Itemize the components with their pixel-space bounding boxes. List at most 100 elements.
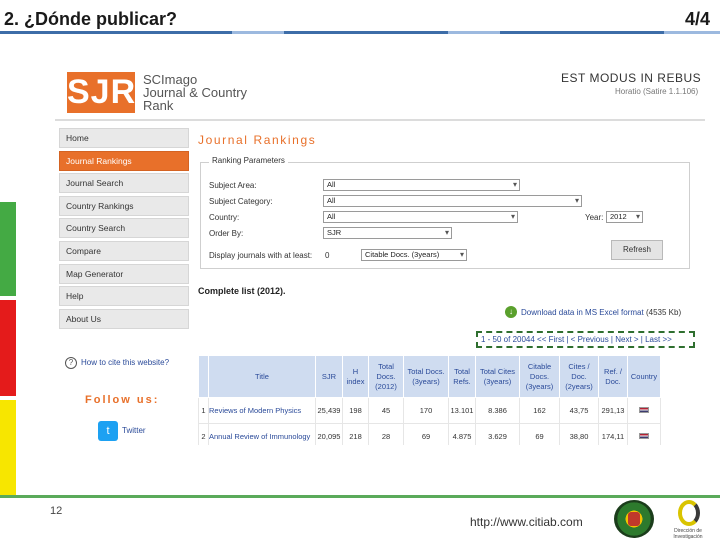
cell-country <box>627 397 661 424</box>
nav-about-us[interactable]: About Us <box>59 308 189 329</box>
pagination-bar[interactable]: 1 - 50 of 20044 << First | < Previous | … <box>476 331 695 348</box>
subject-category-label: Subject Category: <box>209 197 273 206</box>
nav-country-rankings[interactable]: Country Rankings <box>59 195 189 216</box>
display-threshold-select[interactable]: Citable Docs. (3years) <box>361 249 467 261</box>
subject-area-select[interactable]: All <box>323 179 520 191</box>
download-file-size: (4535 Kb) <box>645 308 682 317</box>
country-label: Country: <box>209 213 240 222</box>
download-excel-link[interactable]: Download data in MS Excel format (4535 K… <box>521 308 681 317</box>
side-bar-red <box>0 300 16 396</box>
cell-cites-per-doc: 43,75 <box>559 397 599 424</box>
cell-total-refs: 4.875 <box>448 423 476 445</box>
cell-country <box>627 423 661 445</box>
column-header-title[interactable]: Title <box>208 355 316 398</box>
ranking-parameters-panel: Ranking Parameters Subject Area: All Sub… <box>200 156 690 269</box>
cell-cites-per-doc: 38,80 <box>559 423 599 445</box>
cell-total-docs-3years: 69 <box>403 423 449 445</box>
title-underline <box>0 31 720 34</box>
column-header-total-cites-3years[interactable]: Total Cites (3years) <box>475 355 520 398</box>
us-flag-icon <box>639 433 649 439</box>
cell-total-docs-2012: 45 <box>368 397 404 424</box>
cell-rank: 1 <box>198 397 209 424</box>
cell-journal-title[interactable]: Reviews of Modern Physics <box>208 397 316 424</box>
column-header-sjr[interactable]: SJR <box>315 355 343 398</box>
cell-citable-docs-3years: 69 <box>519 423 560 445</box>
column-header-total-refs[interactable]: Total Refs. <box>448 355 476 398</box>
nav-home[interactable]: Home <box>59 128 189 148</box>
cell-journal-title[interactable]: Annual Review of Immunology <box>208 423 316 445</box>
complete-list-caption: Complete list (2012). <box>198 286 286 296</box>
main-navigation: Home Journal Rankings Journal Search Cou… <box>59 128 189 331</box>
column-header-country[interactable]: Country <box>627 355 661 398</box>
table-row: 2 Annual Review of Immunology 20,095 218… <box>198 423 661 445</box>
refresh-button[interactable]: Refresh <box>611 240 663 260</box>
journal-rankings-heading: Journal Rankings <box>198 133 317 147</box>
research-office-logo: Dirección de Investigación <box>664 500 712 540</box>
help-icon: ? <box>65 357 77 369</box>
cell-refs-per-doc: 291,13 <box>598 397 628 424</box>
cite-label: How to cite this website? <box>81 358 170 368</box>
twitter-label: Twitter <box>122 426 146 436</box>
column-header-h-index[interactable]: H index <box>342 355 369 398</box>
cell-citable-docs-3years: 162 <box>519 397 560 424</box>
site-name-line: Rank <box>143 98 174 113</box>
us-flag-icon <box>639 407 649 413</box>
nav-journal-rankings[interactable]: Journal Rankings <box>59 150 189 171</box>
order-by-select[interactable]: SJR <box>323 227 452 239</box>
side-bar-yellow <box>0 400 16 496</box>
column-header-total-docs-2012[interactable]: Total Docs. (2012) <box>368 355 404 398</box>
ranking-parameters-legend: Ranking Parameters <box>209 156 288 165</box>
nav-compare[interactable]: Compare <box>59 240 189 261</box>
column-header-refs-per-doc[interactable]: Ref. / Doc. <box>598 355 628 398</box>
cite-link[interactable]: ? How to cite this website? <box>65 357 169 369</box>
research-logo-mark-icon <box>678 500 700 526</box>
cell-sjr: 20,095 <box>315 423 343 445</box>
sjr-site-name: SCImago Journal & Country Rank <box>143 73 247 112</box>
twitter-icon: t <box>98 421 118 441</box>
table-row: 1 Reviews of Modern Physics 25,439 198 4… <box>198 397 661 424</box>
nav-map-generator[interactable]: Map Generator <box>59 263 189 284</box>
display-threshold-value[interactable]: 0 <box>325 251 329 260</box>
year-select[interactable]: 2012 <box>606 211 643 223</box>
cell-total-cites-3years: 8.386 <box>475 397 520 424</box>
subject-category-select[interactable]: All <box>323 195 582 207</box>
column-header-citable-docs-3years[interactable]: Citable Docs. (3years) <box>519 355 560 398</box>
site-motto-source: Horatio (Satire 1.1.106) <box>615 87 699 96</box>
sjr-screenshot: SJR SCImago Journal & Country Rank EST M… <box>55 65 705 445</box>
research-logo-text: Dirección de Investigación <box>673 528 703 540</box>
sjr-logo[interactable]: SJR <box>67 72 135 113</box>
title-underline-accent <box>232 31 284 34</box>
institution-seal-logo <box>614 500 654 538</box>
display-threshold-label: Display journals with at least: <box>209 251 313 260</box>
column-header-cites-per-doc-2years[interactable]: Cites / Doc. (2years) <box>559 355 599 398</box>
table-header-row: Title SJR H index Total Docs. (2012) Tot… <box>198 355 661 398</box>
column-header-total-docs-3years[interactable]: Total Docs. (3years) <box>403 355 449 398</box>
download-icon[interactable]: ↓ <box>505 306 517 318</box>
footer-url[interactable]: http://www.citiab.com <box>470 515 583 529</box>
follow-us-heading: Follow us: <box>85 394 160 406</box>
cell-total-docs-2012: 28 <box>368 423 404 445</box>
nav-country-search[interactable]: Country Search <box>59 218 189 239</box>
cell-refs-per-doc: 174,11 <box>598 423 628 445</box>
journal-rankings-table: Title SJR H index Total Docs. (2012) Tot… <box>198 355 661 445</box>
nav-journal-search[interactable]: Journal Search <box>59 173 189 194</box>
nav-help[interactable]: Help <box>59 286 189 307</box>
cell-rank: 2 <box>198 423 209 445</box>
cell-total-docs-3years: 170 <box>403 397 449 424</box>
side-bar-green <box>0 202 16 296</box>
column-header-rank <box>198 355 209 398</box>
cell-sjr: 25,439 <box>315 397 343 424</box>
slide-page-indicator: 4/4 <box>684 9 710 29</box>
twitter-link[interactable]: t Twitter <box>98 421 146 441</box>
year-label: Year: <box>585 213 604 222</box>
country-select[interactable]: All <box>323 211 518 223</box>
cell-h-index: 198 <box>342 397 369 424</box>
title-underline-accent <box>448 31 500 34</box>
cell-total-refs: 13.101 <box>448 397 476 424</box>
footer-divider <box>0 495 720 498</box>
subject-area-label: Subject Area: <box>209 181 257 190</box>
title-underline-accent <box>664 31 720 34</box>
slide-number: 12 <box>50 505 63 517</box>
order-by-label: Order By: <box>209 229 244 238</box>
cell-h-index: 218 <box>342 423 369 445</box>
